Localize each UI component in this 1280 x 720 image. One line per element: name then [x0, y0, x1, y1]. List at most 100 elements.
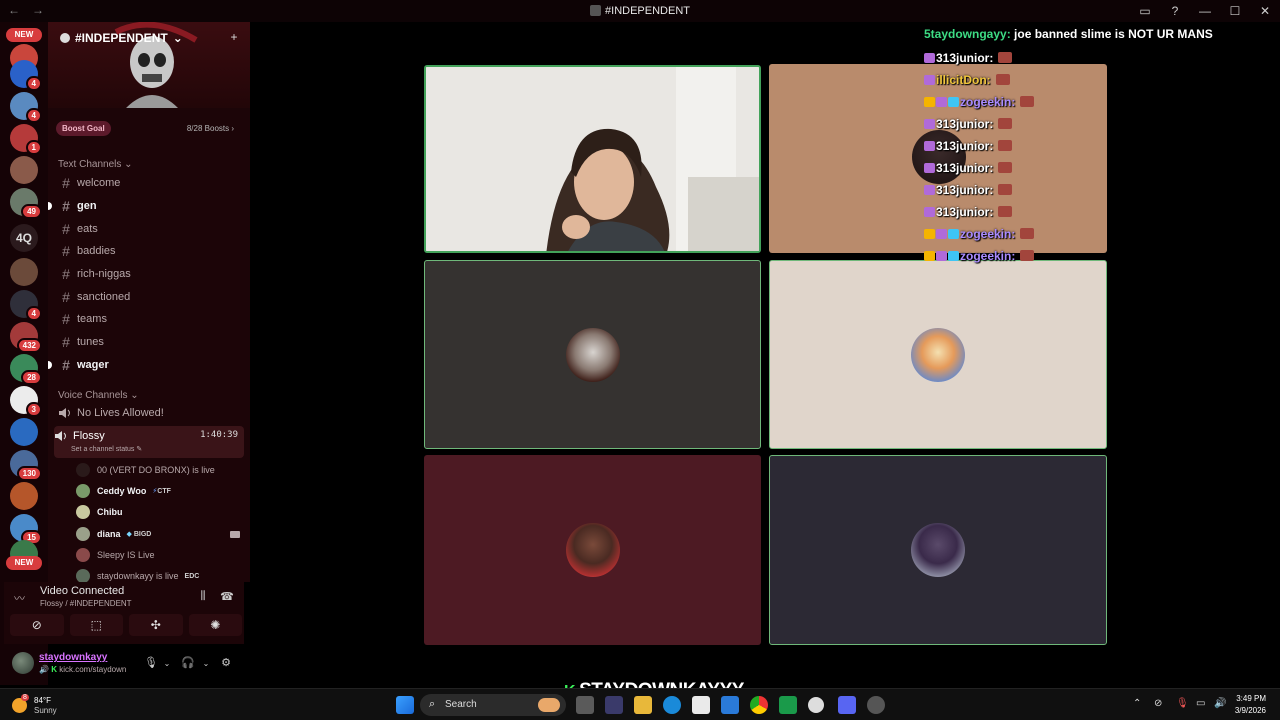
channel-eats[interactable]: # eats	[58, 219, 244, 239]
server-icon[interactable]	[10, 418, 38, 446]
voice-channel-name: Flossy	[73, 430, 105, 442]
app-icon[interactable]	[605, 696, 623, 714]
voice-location[interactable]: Flossy / #INDEPENDENT	[40, 599, 132, 608]
channel-gen[interactable]: # gen	[48, 196, 244, 216]
obs-icon[interactable]	[808, 697, 824, 713]
microphone-icon[interactable]: 🎙	[144, 656, 158, 669]
headphones-icon[interactable]: 🎧	[181, 656, 195, 669]
voice-member[interactable]: Sleepy IS Live	[76, 545, 244, 565]
outlook-icon[interactable]	[721, 696, 739, 714]
voice-channel-name: No Lives Allowed!	[77, 407, 164, 419]
video-tile-webcam[interactable]	[424, 65, 761, 253]
server-icon[interactable]: 4	[10, 92, 42, 123]
server-icon[interactable]	[10, 156, 38, 184]
windows-start-icon[interactable]	[396, 696, 414, 714]
discord-icon[interactable]	[838, 696, 856, 714]
disconnect-icon[interactable]: ☎	[218, 590, 236, 604]
server-icon[interactable]: 15	[10, 514, 42, 545]
chat-badge-icon	[948, 251, 959, 261]
video-tile-beige[interactable]	[769, 260, 1107, 449]
channel-rich-niggas[interactable]: # rich-niggas	[58, 264, 244, 284]
video-tile-maroon[interactable]	[424, 455, 761, 645]
chat-message: 313junior:	[924, 139, 1013, 153]
channel-status[interactable]: Set a channel status ✎	[71, 445, 142, 453]
channel-welcome[interactable]: # welcome	[58, 173, 244, 193]
channel-tunes[interactable]: # tunes	[58, 332, 244, 352]
video-tile-navy[interactable]	[769, 455, 1107, 645]
voice-channels-category[interactable]: Voice Channels ⌄	[58, 390, 139, 401]
avatar	[76, 548, 90, 562]
maximize-icon[interactable]: ☐	[1220, 4, 1250, 18]
share-screen-button[interactable]: ⬚	[69, 614, 123, 636]
chat-badge-icon	[924, 163, 935, 173]
chat-emote-icon	[998, 52, 1013, 63]
audio-options-chevron-icon[interactable]: ⌄	[199, 659, 213, 668]
voice-member[interactable]: Chibu	[76, 502, 244, 522]
file-explorer-icon[interactable]	[634, 696, 652, 714]
server-icon[interactable]: 4	[10, 290, 42, 321]
noise-suppression-icon[interactable]: ⫼	[194, 590, 212, 604]
server-icon[interactable]: 432	[10, 322, 42, 353]
server-icon[interactable]: 4	[10, 60, 42, 91]
boost-goal-label: Boost Goal	[56, 120, 111, 136]
server-icon[interactable]: 49	[10, 188, 42, 219]
server-icon[interactable]	[10, 258, 38, 286]
diamond-icon: ◆	[126, 531, 132, 538]
mic-options-chevron-icon[interactable]: ⌄	[160, 659, 174, 668]
microphone-tray-icon[interactable]: 🎙	[1176, 698, 1189, 709]
network-icon[interactable]: ⊘	[1154, 698, 1162, 709]
inbox-icon[interactable]: ▭	[1130, 4, 1160, 18]
avatar[interactable]	[12, 652, 34, 674]
mention-badge: 4	[25, 76, 42, 91]
new-servers-pill-bottom[interactable]: NEW	[6, 556, 42, 570]
username[interactable]: staydownkayy	[39, 652, 107, 663]
settings-gear-icon[interactable]: ⚙	[219, 656, 233, 669]
minimize-icon[interactable]: —	[1190, 4, 1220, 18]
server-icon-4q[interactable]: 4Q	[10, 224, 38, 252]
server-icon[interactable]: 3	[10, 386, 42, 417]
channel-baddies[interactable]: # baddies	[58, 241, 244, 261]
new-servers-pill[interactable]: NEW	[6, 28, 42, 42]
clock-time: 3:49 PM	[1236, 694, 1266, 703]
chat-badge-icon	[948, 229, 959, 239]
help-icon[interactable]: ?	[1160, 4, 1190, 18]
voice-member[interactable]: staydownkayy is live EDC	[76, 566, 244, 582]
window-title-text: #INDEPENDENT	[605, 5, 690, 17]
voice-member[interactable]: 00 (VERT DO BRONX) is live	[76, 460, 244, 480]
voice-channel-flossy[interactable]: Flossy 1:40:39 Set a channel status ✎	[54, 426, 244, 458]
voice-channel-no-lives[interactable]: No Lives Allowed!	[58, 407, 248, 419]
channel-sanctioned[interactable]: # sanctioned	[58, 287, 244, 307]
invite-people-icon[interactable]: +	[226, 30, 242, 46]
server-icon[interactable]: 1	[10, 124, 42, 155]
volume-icon[interactable]: 🔊	[1214, 698, 1226, 709]
channel-sidebar: #INDEPENDENT ⌄ + Boost Goal 8/28 Boosts …	[48, 22, 250, 582]
channel-teams[interactable]: # teams	[58, 309, 244, 329]
server-name-header[interactable]: #INDEPENDENT ⌄	[60, 31, 183, 45]
voice-member[interactable]: Ceddy Woo ⚡CTF	[76, 481, 244, 501]
video-tile-dark[interactable]	[424, 260, 761, 449]
boost-goal-bar[interactable]: Boost Goal 8/28 Boosts ›	[52, 118, 244, 138]
connection-signal-icon[interactable]: 〰	[14, 590, 28, 605]
close-icon[interactable]: ✕	[1250, 4, 1280, 18]
voice-member[interactable]: diana ◆ BIGD	[76, 524, 244, 544]
server-icon[interactable]: 28	[10, 354, 42, 385]
server-icon[interactable]	[10, 482, 38, 510]
widget-food-icon[interactable]	[538, 698, 560, 712]
wifi-icon[interactable]: ▭	[1196, 698, 1205, 709]
system-clock[interactable]: 3:49 PM 3/9/2026	[1235, 693, 1266, 717]
task-view-icon[interactable]	[576, 696, 594, 714]
edge-browser-icon[interactable]	[663, 696, 681, 714]
text-channels-category[interactable]: Text Channels ⌄	[58, 159, 133, 170]
sheets-icon[interactable]	[779, 696, 797, 714]
video-tile-tan[interactable]	[769, 64, 1107, 253]
chrome-icon[interactable]	[750, 696, 768, 714]
soundboard-button[interactable]: ✺	[188, 614, 242, 636]
camera-off-button[interactable]: ⊘	[10, 614, 64, 636]
channel-wager[interactable]: # wager	[48, 355, 244, 375]
app-icon[interactable]	[867, 696, 885, 714]
server-icon[interactable]: 130	[10, 450, 42, 481]
member-tag: ◆ BIGD	[127, 530, 152, 538]
store-icon[interactable]	[692, 696, 710, 714]
activities-button[interactable]: ✣	[129, 614, 183, 636]
tray-overflow-chevron-icon[interactable]: ⌃	[1133, 698, 1141, 709]
